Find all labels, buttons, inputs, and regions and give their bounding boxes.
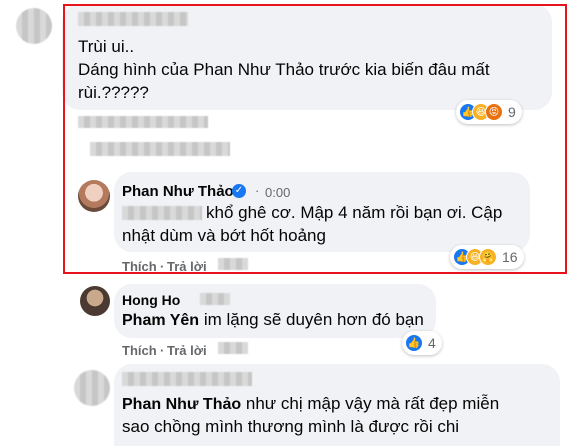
- avatar-commenter-1[interactable]: [16, 8, 52, 44]
- separator-dot: ·: [160, 343, 165, 358]
- reply-2-time-blurred: [218, 342, 248, 354]
- reply-3-text-line-1: như chị mập vậy mà rất đẹp miễn: [245, 394, 500, 413]
- reply-2-text: im lặng sẽ duyên hơn đó bạn: [203, 310, 424, 329]
- reply-2-reactions[interactable]: 👍 4: [402, 331, 442, 355]
- reply-1-like-link[interactable]: Thích: [122, 259, 157, 274]
- reply-3-mention[interactable]: Phan Như Thảo: [122, 396, 241, 413]
- reply-2-like-link[interactable]: Thích: [122, 343, 157, 358]
- avatar-hong-ho[interactable]: [80, 286, 110, 316]
- reply-2-reply-link[interactable]: Trả lời: [167, 343, 207, 358]
- reply-2-author[interactable]: Hong Ho: [122, 292, 180, 308]
- separator-dot: ·: [255, 183, 260, 198]
- mention-blurred[interactable]: [122, 206, 202, 220]
- reply-1-timestamp: 0:00: [265, 185, 291, 200]
- reply-1-reply-link[interactable]: Trả lời: [167, 259, 207, 274]
- reply-2-text-row: Pham Yên im lặng sẽ duyên hơn đó bạn: [122, 307, 424, 334]
- reply-1-author[interactable]: Phan Như Thảo: [122, 183, 234, 200]
- reply-2-badge-blurred: [200, 293, 230, 305]
- verified-badge-icon: ✓: [232, 184, 246, 198]
- reaction-count: 4: [428, 335, 436, 351]
- reply-2-mention[interactable]: Pham Yên: [122, 312, 199, 329]
- reply-3-author-blurred[interactable]: [122, 372, 252, 386]
- avatar-phan-nhu-thao[interactable]: [78, 180, 110, 212]
- reply-1-time-blurred: [218, 258, 248, 270]
- reply-1-reactions[interactable]: 👍 😆 🤗 16: [450, 245, 524, 269]
- reaction-count: 16: [502, 249, 518, 265]
- avatar-commenter-3[interactable]: [74, 370, 110, 406]
- reply-1-text-line-2: nhật dùm và bớt hốt hoảng: [122, 226, 326, 245]
- separator-dot: ·: [160, 259, 165, 274]
- like-icon: 👍: [405, 334, 423, 352]
- reply-3-text-line-2: sao chồng mình thương mình là được rồi c…: [122, 417, 460, 436]
- care-icon: 🤗: [479, 248, 497, 266]
